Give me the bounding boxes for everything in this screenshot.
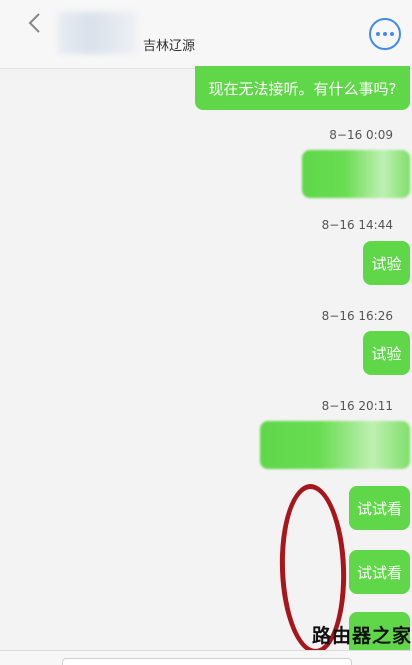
- chat-header: 吉林辽源: [0, 0, 412, 69]
- back-button[interactable]: [24, 10, 48, 36]
- message-timestamp: 8−16 0:09: [329, 128, 393, 142]
- more-dot: [376, 32, 380, 36]
- contact-location: 吉林辽源: [143, 39, 196, 54]
- message-bubble[interactable]: 试验: [363, 241, 410, 285]
- message-input[interactable]: [62, 658, 352, 665]
- more-options-button[interactable]: [369, 18, 401, 50]
- message-bubble[interactable]: 现在无法接听。有什么事吗?: [195, 66, 410, 110]
- message-timestamp: 8−16 14:44: [321, 218, 393, 232]
- more-dot: [390, 32, 394, 36]
- chevron-left-icon: [28, 13, 40, 33]
- message-bubble[interactable]: 试试看: [349, 550, 410, 594]
- message-timestamp: 8−16 20:11: [321, 399, 393, 413]
- message-timestamp: 8−16 16:26: [321, 309, 393, 323]
- more-dot: [383, 32, 387, 36]
- message-bubble[interactable]: 试试看: [349, 486, 410, 530]
- message-bubble[interactable]: 试验: [363, 331, 410, 375]
- chat-screen: 吉林辽源 现在无法接听。有什么事吗? 8−16 0:09 8−16 14:44 …: [0, 0, 412, 665]
- contact-name-redacted: [58, 12, 138, 54]
- watermark: 路由器之家: [312, 625, 412, 647]
- message-bubble-redacted[interactable]: [302, 150, 410, 198]
- message-bubble-redacted[interactable]: [260, 421, 410, 469]
